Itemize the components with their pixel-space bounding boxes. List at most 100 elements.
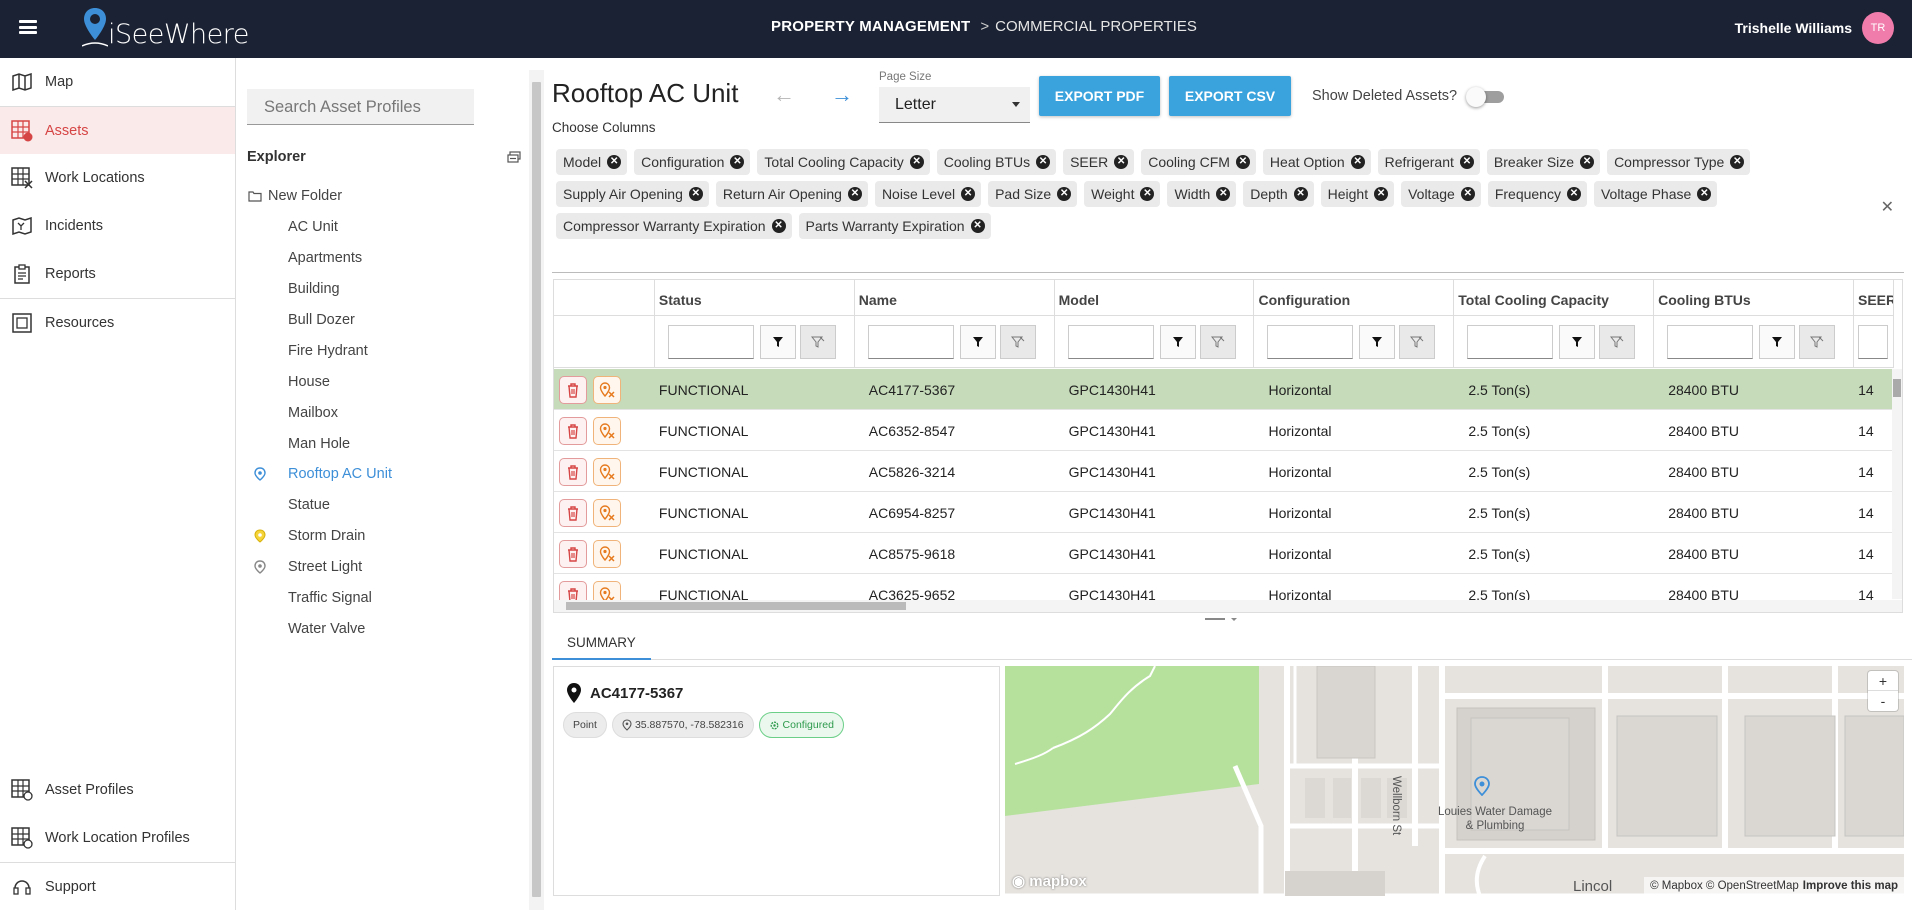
scrollbar-thumb[interactable] bbox=[1893, 379, 1901, 397]
delete-icon[interactable] bbox=[559, 376, 587, 404]
avatar[interactable]: TR bbox=[1862, 12, 1894, 44]
clear-filter-icon[interactable] bbox=[1399, 325, 1436, 359]
remove-chip-icon[interactable]: ✕ bbox=[1114, 155, 1129, 169]
column-chip[interactable]: Return Air Opening ✕ bbox=[715, 181, 868, 207]
filter-input-name[interactable] bbox=[867, 325, 954, 359]
column-chip[interactable]: Height ✕ bbox=[1320, 181, 1395, 207]
remove-chip-icon[interactable]: ✕ bbox=[1216, 187, 1231, 201]
delete-icon[interactable] bbox=[559, 417, 587, 445]
remove-chip-icon[interactable]: ✕ bbox=[1566, 187, 1581, 201]
column-chip[interactable]: Noise Level ✕ bbox=[874, 181, 982, 207]
column-chip[interactable]: Compressor Warranty Expiration ✕ bbox=[556, 213, 792, 239]
user-menu[interactable]: Trishelle Williams TR bbox=[1735, 12, 1894, 44]
search-input[interactable]: Search Asset Profiles bbox=[247, 89, 474, 125]
remove-chip-icon[interactable]: ✕ bbox=[1460, 187, 1475, 201]
panel-scrollbar[interactable] bbox=[529, 70, 544, 910]
sidebar-item-work-locations[interactable]: Work Locations bbox=[0, 154, 235, 202]
hamburger-menu-icon[interactable] bbox=[19, 20, 37, 34]
tree-item-traffic-signal[interactable]: Traffic Signal bbox=[268, 583, 392, 614]
remove-chip-icon[interactable]: ✕ bbox=[771, 219, 786, 233]
delete-icon[interactable] bbox=[559, 458, 587, 486]
sidebar-item-support[interactable]: Support bbox=[0, 862, 236, 910]
remove-location-icon[interactable] bbox=[593, 417, 621, 445]
remove-chip-icon[interactable]: ✕ bbox=[1697, 187, 1712, 201]
remove-location-icon[interactable] bbox=[593, 458, 621, 486]
remove-location-icon[interactable] bbox=[593, 540, 621, 568]
sidebar-item-reports[interactable]: Reports bbox=[0, 250, 235, 298]
clear-filter-icon[interactable] bbox=[1199, 325, 1236, 359]
column-chip[interactable]: Pad Size ✕ bbox=[988, 181, 1078, 207]
tree-item-street-light[interactable]: Street Light bbox=[254, 552, 392, 583]
filter-input-configuration[interactable] bbox=[1267, 325, 1354, 359]
remove-chip-icon[interactable]: ✕ bbox=[607, 155, 622, 169]
table-vertical-scrollbar[interactable] bbox=[1892, 369, 1902, 599]
tree-item-building[interactable]: Building bbox=[268, 274, 392, 305]
header-total-cooling-capacity[interactable]: Total Cooling Capacity bbox=[1454, 280, 1655, 316]
tree-item-apartments[interactable]: Apartments bbox=[268, 243, 392, 274]
filter-icon[interactable] bbox=[1559, 325, 1596, 359]
header-status[interactable]: Status bbox=[655, 280, 855, 316]
tree-item-bull-dozer[interactable]: Bull Dozer bbox=[268, 305, 392, 336]
filter-icon[interactable] bbox=[959, 325, 996, 359]
column-chip[interactable]: Voltage Phase ✕ bbox=[1593, 181, 1718, 207]
column-chip[interactable]: Width ✕ bbox=[1167, 181, 1237, 207]
remove-chip-icon[interactable]: ✕ bbox=[909, 155, 924, 169]
clear-filter-icon[interactable] bbox=[999, 325, 1036, 359]
header-seer[interactable]: SEER bbox=[1854, 280, 1894, 316]
header-configuration[interactable]: Configuration bbox=[1254, 280, 1455, 316]
tree-item-water-valve[interactable]: Water Valve bbox=[268, 613, 392, 644]
app-logo[interactable]: iSeeWhere bbox=[82, 4, 249, 50]
clear-filter-icon[interactable] bbox=[1599, 325, 1636, 359]
remove-chip-icon[interactable]: ✕ bbox=[730, 155, 745, 169]
tree-item-statue[interactable]: Statue bbox=[268, 490, 392, 521]
column-chip[interactable]: Cooling BTUs ✕ bbox=[936, 149, 1057, 175]
remove-chip-icon[interactable]: ✕ bbox=[1140, 187, 1155, 201]
scrollbar-thumb[interactable] bbox=[566, 602, 906, 610]
tree-item-ac-unit[interactable]: AC Unit bbox=[268, 212, 392, 243]
table-row[interactable]: FUNCTIONAL AC8575-9618 GPC1430H41 Horizonta… bbox=[554, 533, 1894, 574]
column-chip[interactable]: Heat Option ✕ bbox=[1262, 149, 1371, 175]
remove-chip-icon[interactable]: ✕ bbox=[1350, 155, 1365, 169]
column-chip[interactable]: Cooling CFM ✕ bbox=[1141, 149, 1256, 175]
column-chip[interactable]: Parts Warranty Expiration ✕ bbox=[798, 213, 991, 239]
table-row[interactable]: FUNCTIONAL AC4177-5367 GPC1430H41 Horizonta… bbox=[554, 369, 1894, 410]
remove-chip-icon[interactable]: ✕ bbox=[970, 219, 985, 233]
table-row[interactable]: FUNCTIONAL AC6954-8257 GPC1430H41 Horizonta… bbox=[554, 492, 1894, 533]
column-chip[interactable]: SEER ✕ bbox=[1063, 149, 1135, 175]
table-row[interactable]: FUNCTIONAL AC5826-3214 GPC1430H41 Horizonta… bbox=[554, 451, 1894, 492]
sidebar-item-assets[interactable]: Assets bbox=[0, 106, 235, 154]
clear-filter-icon[interactable] bbox=[1799, 325, 1836, 359]
breadcrumb-sub[interactable]: COMMERCIAL PROPERTIES bbox=[995, 18, 1197, 35]
sidebar-item-resources[interactable]: Resources bbox=[0, 298, 235, 346]
filter-icon[interactable] bbox=[759, 325, 796, 359]
tree-item-fire-hydrant[interactable]: Fire Hydrant bbox=[268, 335, 392, 366]
attribution-text[interactable]: © Mapbox © OpenStreetMap bbox=[1650, 880, 1799, 892]
column-chip[interactable]: Configuration ✕ bbox=[634, 149, 751, 175]
coordinates-badge[interactable]: 35.887570, -78.582316 bbox=[611, 712, 754, 738]
sidebar-item-map[interactable]: Map bbox=[0, 58, 235, 106]
export-pdf-button[interactable]: EXPORT PDF bbox=[1039, 76, 1160, 116]
header-name[interactable]: Name bbox=[855, 280, 1055, 316]
breadcrumb-main[interactable]: PROPERTY MANAGEMENT bbox=[771, 18, 970, 35]
remove-chip-icon[interactable]: ✕ bbox=[961, 187, 976, 201]
collapse-all-icon[interactable] bbox=[507, 151, 521, 163]
clear-columns-icon[interactable]: ✕ bbox=[1881, 197, 1894, 217]
page-size-select[interactable]: Letter bbox=[879, 87, 1030, 123]
panel-resize-handle[interactable] bbox=[1205, 617, 1239, 623]
clear-filter-icon[interactable] bbox=[799, 325, 836, 359]
back-arrow-icon[interactable]: ← bbox=[773, 82, 795, 108]
remove-location-icon[interactable] bbox=[593, 376, 621, 404]
tree-item-house[interactable]: House bbox=[268, 366, 392, 397]
remove-chip-icon[interactable]: ✕ bbox=[688, 187, 703, 201]
delete-icon[interactable] bbox=[559, 540, 587, 568]
filter-input-cooling-btus[interactable] bbox=[1667, 325, 1754, 359]
remove-chip-icon[interactable]: ✕ bbox=[1730, 155, 1745, 169]
column-chip[interactable]: Model ✕ bbox=[556, 149, 628, 175]
remove-chip-icon[interactable]: ✕ bbox=[1057, 187, 1072, 201]
zoom-in-button[interactable]: + bbox=[1868, 671, 1898, 691]
column-chip[interactable]: Frequency ✕ bbox=[1487, 181, 1587, 207]
remove-chip-icon[interactable]: ✕ bbox=[1036, 155, 1051, 169]
tree-item-man-hole[interactable]: Man Hole bbox=[268, 428, 392, 459]
filter-input-seer[interactable] bbox=[1857, 325, 1888, 359]
column-chip[interactable]: Total Cooling Capacity ✕ bbox=[757, 149, 930, 175]
